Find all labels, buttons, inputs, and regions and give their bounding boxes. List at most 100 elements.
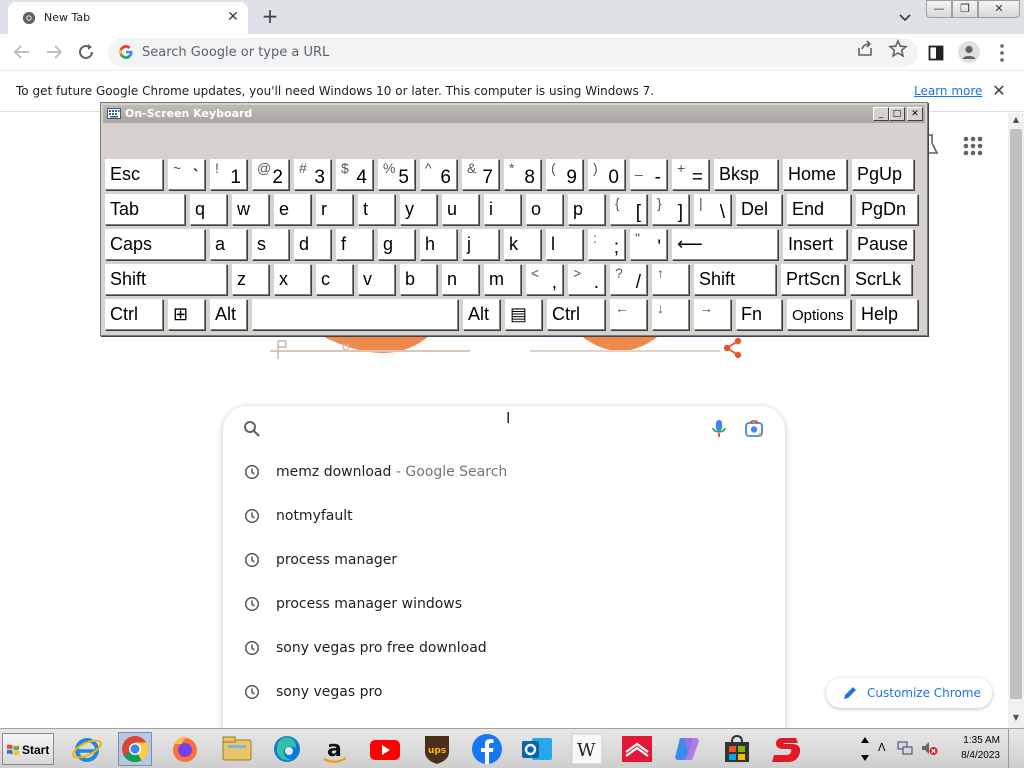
bookmark-star-icon[interactable] <box>888 39 908 59</box>
key-pgup[interactable]: PgUp <box>852 159 914 190</box>
osk-minimize-button[interactable]: _ <box>873 107 889 121</box>
outlook-icon[interactable] <box>520 732 554 766</box>
key-w[interactable]: w <box>232 194 269 225</box>
key-symbol[interactable]: >. <box>568 264 605 295</box>
osk-maximize-button[interactable]: □ <box>889 107 905 121</box>
key-esc[interactable]: Esc <box>105 159 163 190</box>
store-bag-icon[interactable] <box>720 732 754 766</box>
key-symbol[interactable]: ~ ` <box>168 159 205 190</box>
key-k[interactable]: k <box>504 229 541 260</box>
key-o[interactable]: o <box>526 194 563 225</box>
google-lens-camera-icon[interactable] <box>743 418 765 440</box>
key-f[interactable]: f <box>336 229 373 260</box>
file-explorer-icon[interactable] <box>220 732 254 766</box>
system-clock[interactable]: 1:35 AM 8/4/2023 <box>948 733 1000 765</box>
reload-icon[interactable] <box>74 40 98 64</box>
edge-icon[interactable] <box>270 732 304 766</box>
key-i[interactable]: i <box>484 194 521 225</box>
customize-chrome-button[interactable]: Customize Chrome <box>826 678 992 708</box>
key-a[interactable]: a <box>210 229 247 260</box>
key-shift[interactable]: Shift <box>694 264 776 295</box>
key-symbol[interactable]: ▤ <box>505 299 542 330</box>
key-y[interactable]: y <box>400 194 437 225</box>
profile-avatar[interactable] <box>958 41 980 63</box>
key-help[interactable]: Help <box>856 299 918 330</box>
osk-title-bar[interactable]: On-Screen Keyboard _ □ ✕ <box>103 105 925 123</box>
key-symbol[interactable]: | \ <box>694 194 731 225</box>
scroll-down-arrow-icon[interactable]: ▼ <box>1008 711 1024 725</box>
key-b[interactable]: b <box>400 264 437 295</box>
key-z[interactable]: z <box>232 264 269 295</box>
google-apps-grid-icon[interactable] <box>962 135 984 157</box>
key-6[interactable]: ^ 6 <box>420 159 457 190</box>
chrome-taskbar-icon[interactable] <box>118 732 152 766</box>
key-x[interactable]: x <box>274 264 311 295</box>
key-scrlk[interactable]: ScrLk <box>850 264 912 295</box>
key-symbol[interactable]: <, <box>526 264 563 295</box>
key-pgdn[interactable]: PgDn <box>856 194 918 225</box>
key-l[interactable]: l <box>546 229 583 260</box>
side-panel-icon[interactable] <box>928 45 946 63</box>
key-j[interactable]: j <box>462 229 499 260</box>
voice-search-mic-icon[interactable] <box>709 418 729 440</box>
wikipedia-icon[interactable]: W <box>570 732 604 766</box>
key-symbol[interactable]: ↓ <box>652 299 689 330</box>
window-restore-button[interactable]: ❐ <box>952 0 978 18</box>
key-bksp[interactable]: Bksp <box>714 159 778 190</box>
key-caps[interactable]: Caps <box>105 229 205 260</box>
tray-overflow-chevron-icon[interactable]: ᐱ <box>878 741 890 755</box>
key-7[interactable]: & 7 <box>462 159 499 190</box>
key-symbol[interactable]: :; <box>588 229 625 260</box>
key-2[interactable]: @2 <box>252 159 289 190</box>
tab-close-icon[interactable]: ✕ <box>224 8 242 26</box>
amazon-icon[interactable]: a <box>318 732 352 766</box>
key-symbol[interactable]: → <box>694 299 731 330</box>
key-1[interactable]: ! 1 <box>210 159 247 190</box>
youtube-icon[interactable] <box>368 732 402 766</box>
key-symbol[interactable]: {[ <box>610 194 647 225</box>
osk-close-button[interactable]: ✕ <box>907 107 923 121</box>
address-bar[interactable]: Search Google or type a URL <box>108 38 918 67</box>
key-symbol[interactable]: + = <box>672 159 709 190</box>
key-shift[interactable]: Shift <box>105 264 227 295</box>
search-suggestion[interactable]: memz download - Google Search <box>223 452 785 496</box>
key-3[interactable]: #3 <box>294 159 331 190</box>
show-desktop-button[interactable] <box>1008 729 1024 768</box>
key-u[interactable]: u <box>442 194 479 225</box>
key-symbol[interactable]: ? / <box>610 264 647 295</box>
key-symbol[interactable]: ⊞ <box>168 299 205 330</box>
key-e[interactable]: e <box>274 194 311 225</box>
key-t[interactable]: t <box>358 194 395 225</box>
scrollbar-thumb[interactable] <box>1010 129 1022 699</box>
key-r[interactable]: r <box>316 194 353 225</box>
key-4[interactable]: $4 <box>336 159 373 190</box>
key-prtscn[interactable]: PrtScn <box>781 264 845 295</box>
key-q[interactable]: q <box>190 194 227 225</box>
key-g[interactable]: g <box>378 229 415 260</box>
key-s[interactable]: s <box>252 229 289 260</box>
key-end[interactable]: End <box>787 194 851 225</box>
key-c[interactable]: c <box>316 264 353 295</box>
key-home[interactable]: Home <box>783 159 847 190</box>
search-suggestion[interactable]: notmyfault <box>223 496 785 540</box>
infobar-close-icon[interactable]: ✕ <box>990 82 1008 100</box>
key-m[interactable]: m <box>484 264 521 295</box>
network-icon[interactable] <box>896 739 914 757</box>
key-tab[interactable]: Tab <box>105 194 185 225</box>
forward-arrow-icon[interactable] <box>42 40 66 64</box>
key-v[interactable]: v <box>358 264 395 295</box>
volume-muted-icon[interactable] <box>920 739 938 757</box>
key-p[interactable]: p <box>568 194 605 225</box>
key-del[interactable]: Del <box>736 194 782 225</box>
key-symbol[interactable]: ⟵ <box>672 229 778 260</box>
share-icon[interactable] <box>856 40 874 58</box>
key-pause[interactable]: Pause <box>852 229 914 260</box>
key-symbol[interactable]: _ - <box>630 159 667 190</box>
key-alt[interactable]: Alt <box>463 299 500 330</box>
key-ctrl[interactable]: Ctrl <box>105 299 163 330</box>
search-suggestion[interactable]: sony vegas pro free download <box>223 628 785 672</box>
internet-explorer-icon[interactable] <box>70 732 104 766</box>
key-8[interactable]: * 8 <box>504 159 541 190</box>
key-9[interactable]: (9 <box>546 159 583 190</box>
key-insert[interactable]: Insert <box>783 229 847 260</box>
